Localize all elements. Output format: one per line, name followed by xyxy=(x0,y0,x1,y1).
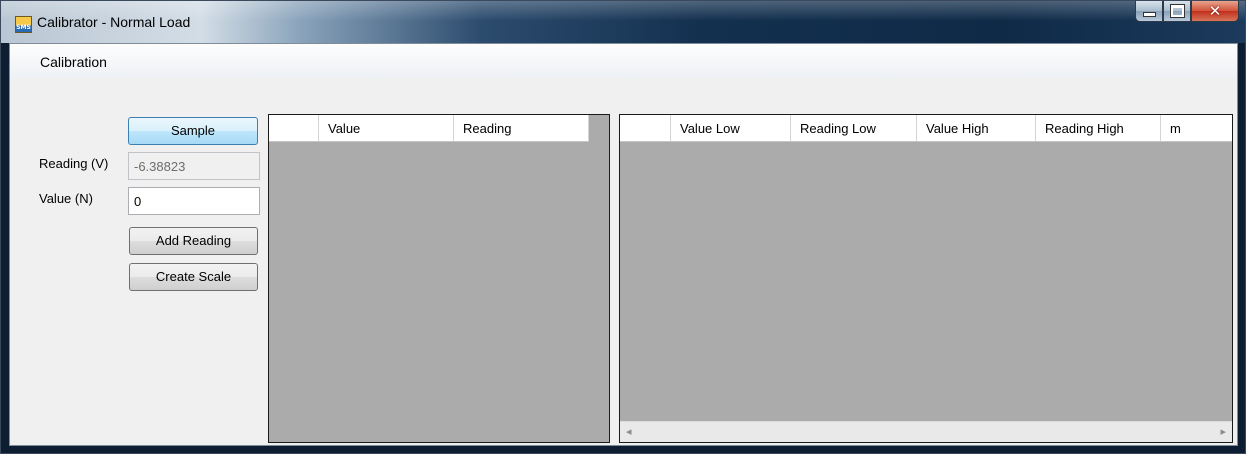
add-reading-button[interactable]: Add Reading xyxy=(129,227,258,255)
menu-bar: Calibration xyxy=(10,44,1237,78)
menu-calibration[interactable]: Calibration xyxy=(40,54,107,70)
readings-grid[interactable]: Value Reading xyxy=(268,114,610,443)
app-icon-text: SMS xyxy=(16,24,31,31)
scroll-right-icon[interactable]: ▸ xyxy=(1220,425,1226,438)
client-area: Calibration Sample Reading (V) -6.38823 … xyxy=(9,43,1238,446)
title-bar[interactable]: SMS Calibrator - Normal Load ✕ xyxy=(1,1,1245,43)
column-header-m[interactable]: m xyxy=(1161,115,1232,141)
window-title: Calibrator - Normal Load xyxy=(37,14,191,30)
scale-grid-header: Value Low Reading Low Value High Reading… xyxy=(620,115,1232,142)
maximize-button[interactable] xyxy=(1163,1,1191,22)
create-scale-button[interactable]: Create Scale xyxy=(129,263,258,291)
value-field[interactable]: 0 xyxy=(128,187,260,215)
minimize-button[interactable] xyxy=(1135,1,1163,22)
sample-button[interactable]: Sample xyxy=(128,117,258,145)
horizontal-scrollbar[interactable]: ◂ ▸ xyxy=(620,421,1232,442)
readings-grid-corner[interactable] xyxy=(269,115,319,141)
close-button[interactable]: ✕ xyxy=(1191,1,1239,22)
column-header-value[interactable]: Value xyxy=(319,115,454,141)
reading-field[interactable]: -6.38823 xyxy=(128,152,260,180)
minimize-icon xyxy=(1142,11,1156,17)
column-header-reading-low[interactable]: Reading Low xyxy=(791,115,917,141)
close-icon: ✕ xyxy=(1208,2,1222,20)
readings-grid-header: Value Reading xyxy=(269,115,589,142)
scroll-left-icon[interactable]: ◂ xyxy=(626,425,632,438)
column-header-value-high[interactable]: Value High xyxy=(917,115,1036,141)
caption-buttons: ✕ xyxy=(1135,1,1239,23)
value-label: Value (N) xyxy=(39,191,93,206)
column-header-reading-high[interactable]: Reading High xyxy=(1036,115,1161,141)
scale-grid-corner[interactable] xyxy=(620,115,671,141)
app-icon[interactable]: SMS xyxy=(15,16,32,33)
column-header-reading[interactable]: Reading xyxy=(454,115,589,141)
column-header-value-low[interactable]: Value Low xyxy=(671,115,791,141)
app-window: SMS Calibrator - Normal Load ✕ Calibrati… xyxy=(0,0,1246,454)
reading-label: Reading (V) xyxy=(39,156,109,171)
maximize-icon xyxy=(1169,4,1185,18)
scale-grid[interactable]: Value Low Reading Low Value High Reading… xyxy=(619,114,1233,443)
